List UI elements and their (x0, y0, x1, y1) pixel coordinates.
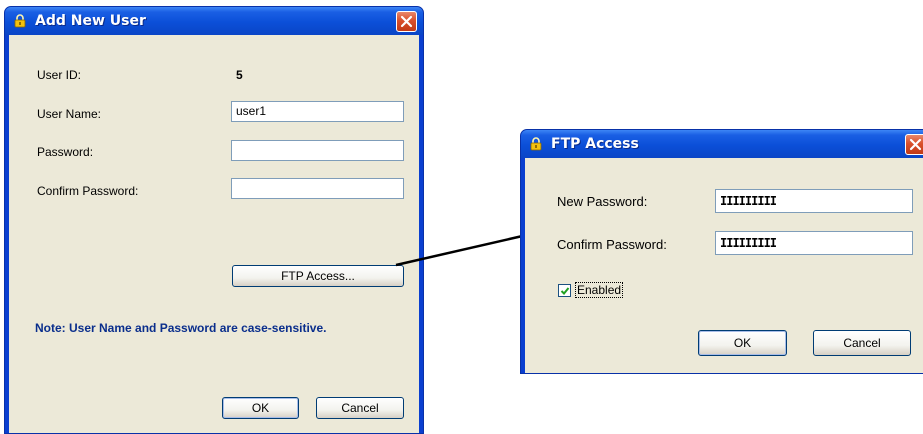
ftp-client-area: New Password: IIIIIIIII Confirm Password… (525, 158, 923, 373)
lock-icon (14, 14, 26, 28)
ftp-ok-button[interactable]: OK (698, 330, 787, 356)
add-user-titlebar[interactable]: Add New User (5, 7, 423, 35)
enabled-checkbox[interactable] (558, 284, 571, 297)
ftp-confirm-password-label: Confirm Password: (557, 237, 667, 252)
add-new-user-dialog: Add New User User ID: 5 User Name: user1… (4, 6, 424, 434)
add-user-ok-button[interactable]: OK (222, 397, 299, 419)
enabled-label[interactable]: Enabled (575, 282, 624, 298)
check-icon (560, 287, 570, 295)
ftp-access-dialog: FTP Access New Password: IIIIIIIII Confi… (520, 129, 923, 374)
ftp-titlebar[interactable]: FTP Access (521, 130, 923, 158)
ftp-access-button[interactable]: FTP Access... (232, 265, 404, 287)
confirm-password-input[interactable] (231, 178, 404, 199)
ftp-close-button[interactable] (905, 134, 923, 155)
new-password-input[interactable]: IIIIIIIII (715, 189, 913, 213)
new-password-label: New Password: (557, 194, 648, 209)
user-id-label: User ID: (37, 68, 82, 82)
close-icon (400, 15, 413, 28)
add-user-cancel-button[interactable]: Cancel (316, 397, 404, 419)
ftp-title: FTP Access (551, 136, 639, 152)
add-user-client-area: User ID: 5 User Name: user1 Password: Co… (9, 35, 419, 433)
ftp-confirm-password-input[interactable]: IIIIIIIII (715, 231, 913, 255)
password-input[interactable] (231, 140, 404, 161)
ftp-cancel-button[interactable]: Cancel (813, 330, 911, 356)
case-sensitive-note: Note: User Name and Password are case-se… (35, 321, 327, 335)
user-name-label: User Name: (37, 107, 102, 121)
close-icon (909, 138, 922, 151)
add-user-title: Add New User (35, 13, 146, 29)
user-name-input[interactable]: user1 (231, 101, 404, 122)
confirm-password-label: Confirm Password: (37, 184, 139, 198)
password-label: Password: (37, 145, 94, 159)
add-user-close-button[interactable] (396, 11, 417, 32)
lock-icon (530, 137, 542, 151)
user-id-value: 5 (236, 68, 243, 82)
